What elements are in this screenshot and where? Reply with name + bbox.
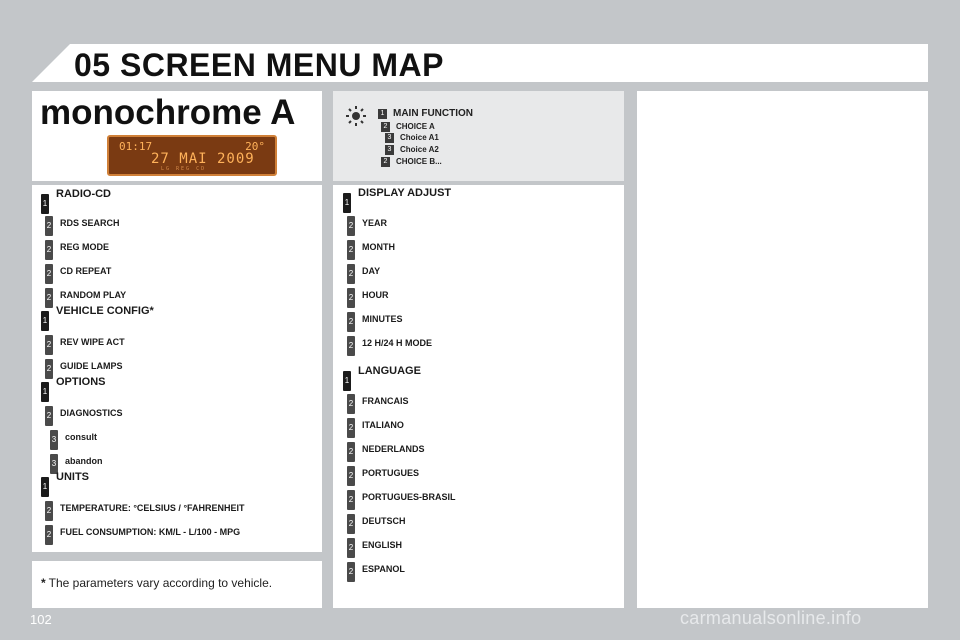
level-badge: 3	[50, 430, 58, 450]
page-number: 102	[30, 612, 52, 627]
menu-item-label: HOUR	[362, 290, 389, 300]
menu-item-label: RADIO-CD	[56, 188, 111, 200]
lcd-date: 27 MAI 2009	[151, 151, 255, 167]
menu-item-label: DEUTSCH	[362, 516, 406, 526]
footnote-text: The parameters vary according to vehicle…	[48, 576, 273, 590]
level-badge: 2	[381, 122, 390, 132]
menu-item-label: VEHICLE CONFIG*	[56, 305, 154, 317]
menu-item-label: PORTUGUES-BRASIL	[362, 492, 456, 502]
level-badge: 2	[347, 514, 355, 534]
level-badge: 2	[347, 312, 355, 332]
page-title: 05 SCREEN MENU MAP	[74, 47, 444, 83]
level-badge: 2	[45, 406, 53, 426]
legend-label: MAIN FUNCTION	[393, 108, 473, 119]
level-badge: 2	[45, 501, 53, 521]
level-badge: 2	[347, 418, 355, 438]
menu-item-label: LANGUAGE	[358, 365, 421, 377]
level-badge: 2	[45, 264, 53, 284]
level-badge: 1	[41, 382, 49, 402]
menu-item-label: DISPLAY ADJUST	[358, 187, 452, 199]
level-badge: 2	[347, 216, 355, 236]
level-badge: 2	[347, 394, 355, 414]
level-badge: 1	[343, 371, 351, 391]
footnote-panel: * The parameters vary according to vehicl…	[32, 561, 322, 608]
level-badge: 2	[347, 466, 355, 486]
menu-item-label: ENGLISH	[362, 540, 403, 550]
menu-item-label: UNITS	[56, 471, 89, 483]
menu-item-label: consult	[65, 432, 98, 442]
level-badge: 2	[347, 336, 355, 356]
level-badge: 2	[347, 288, 355, 308]
level-badge: 2	[45, 359, 53, 379]
title-bar: 05 SCREEN MENU MAP	[32, 44, 928, 82]
watermark: carmanualsonline.info	[680, 608, 862, 628]
menu-item-label: FUEL CONSUMPTION: KM/L - L/100 - MPG	[60, 527, 241, 537]
menu-item-label: ITALIANO	[362, 420, 404, 430]
level-badge: 3	[385, 133, 394, 143]
legend-label: CHOICE B...	[396, 157, 442, 166]
menu-item-label: 12 H/24 H MODE	[362, 338, 433, 348]
menu-item-label: REV WIPE ACT	[60, 337, 125, 347]
level-badge: 2	[347, 264, 355, 284]
menu-item-label: DIAGNOSTICS	[60, 408, 123, 418]
menu-item-label: CD REPEAT	[60, 266, 112, 276]
menu-item-label: MINUTES	[362, 314, 403, 324]
menu-item-label: RDS SEARCH	[60, 218, 120, 228]
menu-item-label: MONTH	[362, 242, 395, 252]
level-badge: 2	[381, 157, 390, 167]
legend-label: CHOICE A	[396, 122, 435, 131]
menu-item-label: NEDERLANDS	[362, 444, 425, 454]
menu-item-label: ESPANOL	[362, 564, 405, 574]
legend-label: Choice A1	[400, 133, 439, 142]
menu-item-label: OPTIONS	[56, 376, 106, 388]
level-badge: 2	[347, 562, 355, 582]
level-badge: 2	[347, 490, 355, 510]
level-badge: 1	[41, 477, 49, 497]
level-badge: 2	[45, 240, 53, 260]
level-badge: 1	[378, 109, 387, 119]
level-badge: 2	[45, 216, 53, 236]
level-badge: 1	[343, 193, 351, 213]
section-title: monochrome A	[40, 93, 296, 132]
level-badge: 3	[385, 145, 394, 155]
right-menu-panel: 1 DISPLAY ADJUST 2 YEAR 2 MONTH 2 DAY 2 HOUR 2 MINU…	[333, 185, 624, 608]
level-badge: 1	[41, 194, 49, 214]
lcd-time: 01:17	[119, 140, 153, 153]
menu-item-label: DAY	[362, 266, 381, 276]
menu-item-label: REG MODE	[60, 242, 110, 252]
footnote: * The parameters vary according to vehicl…	[41, 576, 272, 590]
menu-item-label: RANDOM PLAY	[60, 290, 127, 300]
level-badge: 2	[347, 538, 355, 558]
menu-item-label: FRANCAIS	[362, 396, 409, 406]
display-panel: monochrome A 01:17 20° 27 MAI 2009 LG RE…	[32, 91, 322, 181]
lcd-display-image: 01:17 20° 27 MAI 2009 LG REG CD	[107, 135, 277, 176]
menu-item-label: YEAR	[362, 218, 388, 228]
left-menu-panel: 1 RADIO-CD 2 RDS SEARCH 2 REG MODE 2 CD REPEAT 2…	[32, 185, 322, 552]
menu-item-label: abandon	[65, 456, 103, 466]
light-icon	[346, 106, 366, 126]
level-badge: 2	[45, 288, 53, 308]
level-badge: 2	[347, 442, 355, 462]
level-badge: 1	[41, 311, 49, 331]
menu-item-label: GUIDE LAMPS	[60, 361, 123, 371]
legend-label: Choice A2	[400, 145, 439, 154]
blank-panel	[637, 91, 928, 608]
footnote-star: *	[41, 576, 46, 590]
level-badge: 2	[45, 525, 53, 545]
menu-item-label: TEMPERATURE: °CELSIUS / °FAHRENHEIT	[60, 503, 245, 513]
level-badge: 2	[347, 240, 355, 260]
menu-item-label: PORTUGUES	[362, 468, 420, 478]
level-badge: 2	[45, 335, 53, 355]
lcd-small: LG REG CD	[161, 166, 207, 172]
legend-panel: 1 MAIN FUNCTION 2 CHOICE A 3 Choice A1 3 Choice…	[333, 91, 624, 181]
